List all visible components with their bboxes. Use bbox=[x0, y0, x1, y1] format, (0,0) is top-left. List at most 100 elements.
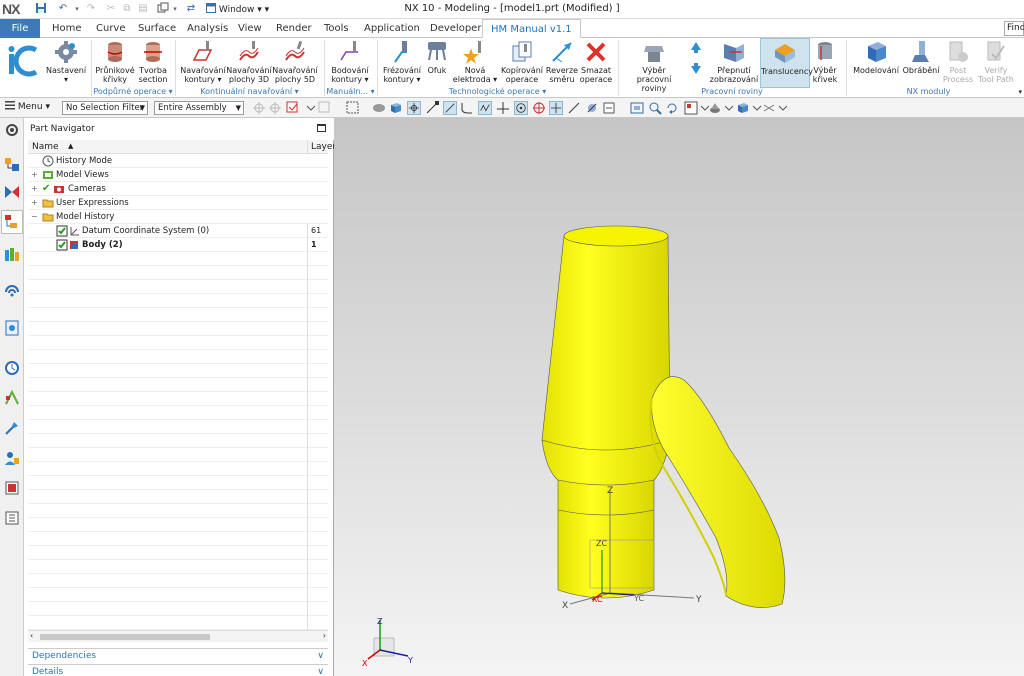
tree-row-cameras[interactable]: + ✔ Cameras bbox=[28, 182, 328, 196]
group-kontinualni-navarovani[interactable]: Kontinuální navařování ▾ bbox=[175, 87, 324, 97]
work-layer-icon[interactable] bbox=[762, 101, 776, 115]
feature-selection-icon[interactable] bbox=[268, 101, 282, 115]
prunikove-krivky-button[interactable]: Průnikové křivky bbox=[95, 38, 135, 88]
graphics-window[interactable]: Z ZC Y YC X XC Z Y X bbox=[334, 118, 1024, 676]
horizontal-scrollbar[interactable]: ‹ › bbox=[28, 630, 328, 642]
tree-row-datum-csys[interactable]: Datum Coordinate System (0) 61 bbox=[28, 224, 328, 238]
ribbon-options-icon[interactable]: ▾ bbox=[1018, 88, 1022, 96]
group-podpurne-operace[interactable]: Podpůrné operace ▾ bbox=[91, 87, 175, 97]
snap-point-icon[interactable] bbox=[407, 101, 421, 115]
render-style-dropdown-icon[interactable] bbox=[722, 101, 736, 115]
collapse-icon[interactable]: − bbox=[31, 212, 38, 221]
edit-section-icon[interactable] bbox=[736, 101, 750, 115]
expand-icon[interactable]: + bbox=[31, 170, 38, 179]
reuse-library-icon[interactable] bbox=[4, 246, 20, 262]
history-palette-icon[interactable] bbox=[4, 320, 20, 336]
vyber-krivek-button[interactable]: Výběr křivek bbox=[811, 38, 839, 88]
tree-row-body[interactable]: Body (2) 1 bbox=[28, 238, 328, 252]
scroll-right-icon[interactable]: › bbox=[323, 631, 326, 640]
tree-row-model-history[interactable]: − Model History bbox=[28, 210, 328, 224]
tab-view[interactable]: View bbox=[238, 19, 262, 38]
expand-icon[interactable]: + bbox=[31, 198, 38, 207]
smazat-operace-button[interactable]: Smazat operace bbox=[579, 38, 613, 88]
expand-icon[interactable]: + bbox=[31, 184, 38, 193]
tab-application[interactable]: Application bbox=[364, 19, 420, 38]
tab-curve[interactable]: Curve bbox=[96, 19, 126, 38]
process-studio-icon[interactable] bbox=[4, 390, 20, 406]
system-materials-icon[interactable] bbox=[4, 480, 20, 496]
maximize-icon[interactable] bbox=[317, 124, 326, 132]
navarovani-plochy-5d-button[interactable]: Navařování plochy 5D bbox=[272, 38, 318, 88]
bounded-grid-icon[interactable] bbox=[585, 101, 599, 115]
history-clock-icon[interactable] bbox=[4, 360, 20, 376]
sort-ascending-icon[interactable]: ▲ bbox=[68, 142, 73, 150]
reverze-smeru-button[interactable]: Reverze směru bbox=[545, 38, 579, 88]
intersection-point-icon[interactable] bbox=[478, 101, 492, 115]
manufacturing-wizard-icon[interactable] bbox=[4, 420, 20, 436]
checkbox-checked-icon[interactable] bbox=[56, 225, 68, 237]
mid-point-icon[interactable] bbox=[443, 101, 457, 115]
prepnuti-zobrazovani-button[interactable]: Přepnutí zobrazování bbox=[708, 38, 760, 88]
quadrant-point-icon[interactable] bbox=[514, 101, 528, 115]
body-select-icon[interactable] bbox=[389, 101, 403, 115]
work-layer-dropdown-icon[interactable] bbox=[776, 101, 790, 115]
tab-render[interactable]: Render bbox=[276, 19, 312, 38]
web-browser-icon[interactable] bbox=[4, 282, 20, 298]
nastaveni-button[interactable]: Nastavení ▾ bbox=[46, 38, 86, 88]
tree-row-model-views[interactable]: + Model Views bbox=[28, 168, 328, 182]
tab-hm-manual[interactable]: HM Manual v1.1 bbox=[482, 19, 581, 38]
tvorba-section-button[interactable]: Tvorba section bbox=[136, 38, 170, 88]
zoom-icon[interactable] bbox=[648, 101, 662, 115]
menu-button[interactable]: Menu ▾ bbox=[5, 101, 50, 112]
orient-view-icon[interactable] bbox=[684, 101, 698, 115]
rotate-view-icon[interactable] bbox=[665, 101, 679, 115]
plane-up-button[interactable] bbox=[688, 38, 704, 88]
part-navigator-icon[interactable] bbox=[1, 210, 23, 234]
group-manualni[interactable]: Manuáln... ▾ bbox=[324, 87, 377, 97]
dependencies-panel[interactable]: Dependencies ∨ bbox=[28, 648, 328, 663]
tab-developer[interactable]: Developer bbox=[430, 19, 481, 38]
nova-elektroda-button[interactable]: Nová elektroda ▾ bbox=[452, 38, 498, 88]
arc-center-icon[interactable] bbox=[496, 101, 510, 115]
base-cylinder[interactable] bbox=[557, 477, 655, 599]
tree-row-user-expressions[interactable]: + User Expressions bbox=[28, 196, 328, 210]
constraint-navigator-icon[interactable] bbox=[4, 184, 20, 200]
end-point-icon[interactable] bbox=[425, 101, 439, 115]
roles-icon[interactable] bbox=[4, 450, 20, 466]
existing-point-icon[interactable] bbox=[532, 101, 546, 115]
details-panel[interactable]: Details ∨ bbox=[28, 664, 328, 676]
column-layer[interactable]: Layer bbox=[307, 140, 336, 154]
hm-logo-button[interactable] bbox=[4, 38, 44, 88]
face-select-icon[interactable] bbox=[372, 101, 386, 115]
group-technologicke-operace[interactable]: Technologické operace ▾ bbox=[377, 87, 618, 97]
control-point-icon[interactable] bbox=[460, 101, 474, 115]
obrabeni-button[interactable]: Obrábění bbox=[902, 38, 940, 88]
vyber-pracovni-roviny-button[interactable]: Výběr pracovní roviny bbox=[624, 38, 684, 93]
bodovani-kontury-button[interactable]: Bodování kontury ▾ bbox=[328, 38, 372, 88]
file-menu[interactable]: File bbox=[0, 19, 40, 38]
tab-surface[interactable]: Surface bbox=[138, 19, 176, 38]
translucency-button[interactable]: Translucency bbox=[760, 38, 813, 88]
scrollbar-thumb[interactable] bbox=[40, 634, 210, 640]
hd3d-tools-icon[interactable] bbox=[4, 510, 20, 526]
settings-gear-icon[interactable] bbox=[4, 122, 20, 138]
frezovani-kontury-button[interactable]: Frézování kontury ▾ bbox=[380, 38, 424, 88]
general-selection-icon[interactable] bbox=[252, 101, 266, 115]
rectangle-select-icon[interactable] bbox=[346, 101, 360, 115]
view-triad[interactable]: Z Y X bbox=[362, 617, 413, 668]
point-on-face-icon[interactable] bbox=[567, 101, 581, 115]
checkbox-checked-icon[interactable] bbox=[56, 239, 68, 251]
scroll-left-icon[interactable]: ‹ bbox=[30, 631, 33, 640]
tab-analysis[interactable]: Analysis bbox=[187, 19, 228, 38]
assembly-navigator-icon[interactable] bbox=[4, 156, 20, 172]
select-all-icon[interactable] bbox=[286, 101, 300, 115]
navarovani-plochy-3d-button[interactable]: Navařování plochy 3D bbox=[226, 38, 272, 88]
branch-pipe[interactable] bbox=[651, 376, 786, 608]
select-dropdown-icon[interactable] bbox=[304, 101, 318, 115]
snap-settings-icon[interactable] bbox=[602, 101, 616, 115]
tab-tools[interactable]: Tools bbox=[324, 19, 349, 38]
tree-row-history-mode[interactable]: History Mode bbox=[28, 154, 328, 168]
kopirovani-operace-button[interactable]: Kopírování operace bbox=[500, 38, 544, 88]
render-style-icon[interactable] bbox=[708, 101, 722, 115]
selection-filter-dropdown[interactable]: No Selection Filter ▼ bbox=[62, 101, 148, 115]
